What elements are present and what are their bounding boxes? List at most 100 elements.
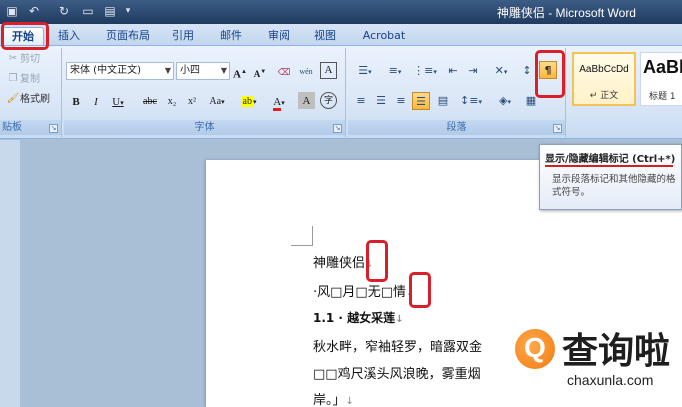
paragraph-group: ☰▾ ≡▾ ⋮≡▾ ⇤ ⇥ ✕▾ ↕ ¶ ≡ ☰ ≡ ☰ ▤ ↕≡▾ ◈▾ ▦ … — [348, 48, 566, 137]
change-case-button[interactable]: Aa▾ — [204, 92, 230, 110]
sort-icon[interactable]: ↕ — [518, 62, 536, 80]
doc-line-6[interactable]: 岸。」↓ — [313, 389, 354, 407]
doc-line-5[interactable]: □□鸡尺溪头风浪晚，雾重烟 — [313, 363, 481, 382]
font-launcher-icon[interactable]: ↘ — [333, 124, 342, 133]
tab-references[interactable]: 引用 — [166, 27, 200, 45]
paragraph-launcher-icon[interactable]: ↘ — [553, 124, 562, 133]
font-name-combo[interactable]: 宋体 (中文正文) ▼ — [66, 62, 174, 80]
shrink-font-button[interactable]: A▼ — [250, 62, 270, 80]
phonetic-label: wén — [299, 67, 313, 76]
grow-font-button[interactable]: A▲ — [230, 62, 250, 81]
numbering-icon[interactable]: ≡▾ — [382, 62, 408, 80]
bold-button[interactable]: B — [66, 92, 86, 110]
save-icon[interactable]: ▣ — [4, 3, 20, 19]
watermark-text: 查询啦 — [562, 331, 671, 372]
doc-line-heading-text: 1.1 · 越女采莲 — [313, 311, 396, 325]
tab-insert[interactable]: 插入 — [52, 27, 86, 45]
title-bar: ▣ ↶ ↻ ▭ ▤ ▾ 神雕侠侣 - Microsoft Word — [0, 0, 682, 24]
align-left-icon[interactable]: ≡ — [352, 92, 370, 110]
grow-font-label: A — [233, 68, 241, 81]
doc-line-4-text: 秋水畔，窄袖轻罗，暗露双金 — [313, 340, 483, 355]
tab-page-layout[interactable]: 页面布局 — [100, 27, 156, 45]
enclose-char-button[interactable]: 字 — [320, 92, 337, 109]
highlight-home-tab — [1, 22, 49, 50]
align-right-icon[interactable]: ≡ — [392, 92, 410, 110]
line-spacing-icon[interactable]: ↕≡▾ — [458, 92, 484, 110]
font-color-button[interactable]: A▾ — [266, 92, 292, 111]
superscript-button[interactable]: x² — [182, 92, 202, 110]
italic-button[interactable]: I — [86, 92, 106, 110]
tooltip-body: 显示段落标记和其他隐藏的格式符号。 — [552, 174, 676, 198]
style-heading1[interactable]: AaBl 标题 1 — [640, 52, 682, 106]
chevron-down-icon: ▼ — [220, 66, 227, 75]
bold-label: B — [72, 96, 80, 108]
text-highlight-button[interactable]: ab▾ — [236, 92, 262, 110]
char-border-button[interactable]: A — [320, 62, 337, 79]
tab-acrobat[interactable]: Acrobat — [358, 27, 410, 45]
enclose-char-label: 字 — [323, 95, 333, 105]
show-hide-marks-tooltip: 显示/隐藏编辑标记 (Ctrl+*) 显示段落标记和其他隐藏的格式符号。 — [539, 144, 682, 210]
multilevel-list-icon[interactable]: ⋮≡▾ — [412, 62, 438, 80]
vertical-ruler — [0, 140, 20, 407]
copy-button[interactable]: ❐ 复制 — [6, 72, 40, 88]
doc-line-heading[interactable]: 1.1 · 越女采莲↓ — [313, 309, 404, 326]
undo-icon[interactable]: ↶ — [26, 3, 42, 19]
new-doc-icon[interactable]: ▭ — [80, 3, 96, 19]
italic-label: I — [94, 96, 98, 108]
shading-icon[interactable]: ◈▾ — [492, 92, 518, 110]
ribbon-tabs: 开始 插入 页面布局 引用 邮件 审阅 视图 Acrobat — [0, 24, 682, 46]
underline-button[interactable]: U▾ — [108, 92, 128, 110]
window-title: 神雕侠侣 - Microsoft Word — [496, 6, 636, 20]
format-painter-label: 格式刷 — [20, 94, 50, 105]
format-painter-button[interactable]: 🖌格式刷 — [6, 92, 50, 108]
style-normal-sample: AaBbCcDd — [579, 64, 629, 75]
distributed-icon[interactable]: ▤ — [434, 92, 452, 110]
chinese-layout-icon[interactable]: ✕▾ — [488, 62, 514, 80]
open-icon[interactable]: ▤ — [102, 3, 118, 19]
style-heading1-sample: AaBl — [643, 57, 682, 77]
margin-corner-mark — [291, 226, 313, 246]
paragraph-mark-icon: ↓ — [345, 396, 354, 407]
doc-line-2[interactable]: ·风□月□无□情↓ — [313, 281, 414, 300]
font-size-value: 小四 — [180, 65, 200, 76]
doc-line-title[interactable]: 神雕侠侣↓ — [313, 252, 373, 271]
redo-icon[interactable]: ↻ — [56, 3, 72, 19]
watermark-url: chaxunla.com — [567, 372, 654, 388]
chevron-down-icon: ▼ — [164, 66, 171, 75]
change-case-label: Aa — [209, 96, 222, 107]
subscript-button[interactable]: x₂ — [162, 92, 182, 110]
doc-line-5-text: □□鸡尺溪头风浪晚，雾重烟 — [313, 367, 481, 382]
char-shading-button[interactable]: A — [298, 92, 315, 109]
bullets-icon[interactable]: ☰▾ — [352, 62, 378, 80]
doc-line-title-text: 神雕侠侣 — [313, 256, 366, 271]
tooltip-underline — [545, 165, 673, 167]
clipboard-group: ✂ 剪切 ❐ 复制 🖌格式刷 贴板 ↘ — [0, 48, 62, 137]
char-border-label: A — [324, 64, 333, 76]
watermark-logo-icon: Q — [512, 326, 558, 372]
highlight-para-mark-1 — [366, 240, 388, 282]
font-name-value: 宋体 (中文正文) — [70, 65, 141, 76]
subscript-label: x₂ — [167, 96, 177, 107]
justify-icon[interactable]: ☰ — [412, 92, 430, 110]
decrease-indent-icon[interactable]: ⇤ — [444, 62, 462, 80]
tab-review[interactable]: 审阅 — [262, 27, 296, 45]
cut-label: 剪切 — [20, 54, 40, 65]
cut-button[interactable]: ✂ 剪切 — [6, 52, 40, 68]
ribbon: ✂ 剪切 ❐ 复制 🖌格式刷 贴板 ↘ 宋体 (中文正文) ▼ 小四 ▼ A▲ A▼ ⌫… — [0, 46, 682, 139]
clear-format-icon[interactable]: ⌫ — [274, 62, 294, 80]
doc-line-2-text: ·风□月□无□情 — [313, 285, 406, 300]
tab-view[interactable]: 视图 — [308, 27, 342, 45]
increase-indent-icon[interactable]: ⇥ — [464, 62, 482, 80]
qa-dropdown-icon[interactable]: ▾ — [120, 3, 136, 19]
doc-line-4[interactable]: 秋水畔，窄袖轻罗，暗露双金 — [313, 336, 482, 355]
align-center-icon[interactable]: ☰ — [372, 92, 390, 110]
watermark-q-glyph: Q — [524, 332, 546, 363]
highlight-show-marks-button — [535, 50, 565, 98]
font-size-combo[interactable]: 小四 ▼ — [176, 62, 230, 80]
font-group-label: 字体 — [64, 120, 345, 135]
phonetic-guide-button[interactable]: wén — [296, 62, 316, 80]
tab-mailings[interactable]: 邮件 — [214, 27, 248, 45]
clipboard-launcher-icon[interactable]: ↘ — [49, 124, 58, 133]
strikethrough-button[interactable]: abc — [140, 92, 160, 110]
style-normal[interactable]: AaBbCcDd ↵ 正文 — [572, 52, 636, 106]
